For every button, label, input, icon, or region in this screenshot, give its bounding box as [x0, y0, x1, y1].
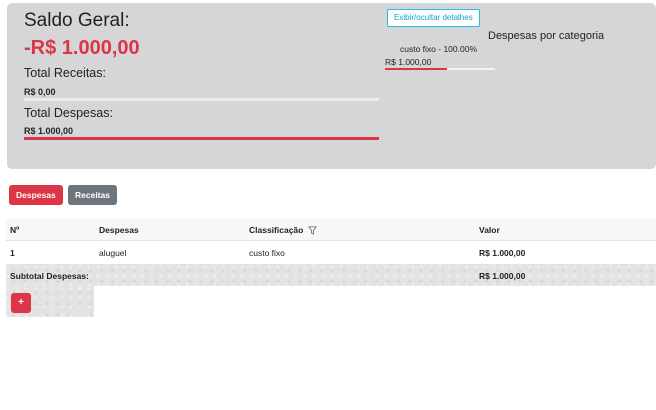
add-expense-button[interactable]: +	[11, 293, 31, 313]
subtotal-value: R$ 1.000,00	[479, 271, 526, 281]
total-expenses-label: Total Despesas:	[24, 106, 113, 120]
column-header-classification[interactable]: Classificação	[249, 225, 317, 236]
table-row[interactable]: 1 aluguel custo fixo R$ 1.000,00	[6, 241, 656, 264]
table-header: Nº Despesas Classificação Valor	[6, 219, 656, 241]
total-expenses-value: R$ 1.000,00	[24, 126, 74, 136]
add-row-area: +	[6, 286, 94, 317]
tab-income[interactable]: Receitas	[68, 185, 117, 205]
expenses-progress-fill	[24, 137, 379, 140]
column-header-expense: Despesas	[99, 225, 139, 235]
total-income-value: R$ 0,00	[24, 87, 56, 97]
summary-panel: Saldo Geral: -R$ 1.000,00 Total Receitas…	[7, 3, 656, 169]
subtotal-label: Subtotal Despesas:	[10, 271, 89, 281]
funnel-icon[interactable]	[307, 226, 317, 236]
category-progress-fill	[385, 68, 447, 70]
column-header-number: Nº	[10, 225, 20, 235]
cell-classification: custo fixo	[249, 248, 285, 258]
column-header-classification-label: Classificação	[249, 225, 304, 235]
total-income-label: Total Receitas:	[24, 66, 106, 80]
cell-value: R$ 1.000,00	[479, 248, 526, 258]
category-item-value: R$ 1.000,00	[385, 57, 432, 67]
category-item-label: custo fixo - 100.00%	[400, 44, 478, 54]
expenses-progress-bar	[24, 137, 379, 140]
tab-expenses[interactable]: Despesas	[9, 185, 63, 205]
category-progress-bar	[385, 68, 495, 70]
column-header-value: Valor	[479, 225, 500, 235]
cell-expense: aluguel	[99, 248, 127, 258]
toggle-details-button[interactable]: Exibir/ocultar detalhes	[387, 9, 480, 27]
income-progress-bar	[24, 98, 379, 101]
category-title: Despesas por categoria	[488, 30, 605, 42]
balance-title: Saldo Geral:	[24, 10, 130, 31]
balance-value: -R$ 1.000,00	[24, 37, 140, 59]
subtotal-row: Subtotal Despesas: R$ 1.000,00	[6, 264, 656, 286]
cell-number: 1	[10, 248, 15, 258]
